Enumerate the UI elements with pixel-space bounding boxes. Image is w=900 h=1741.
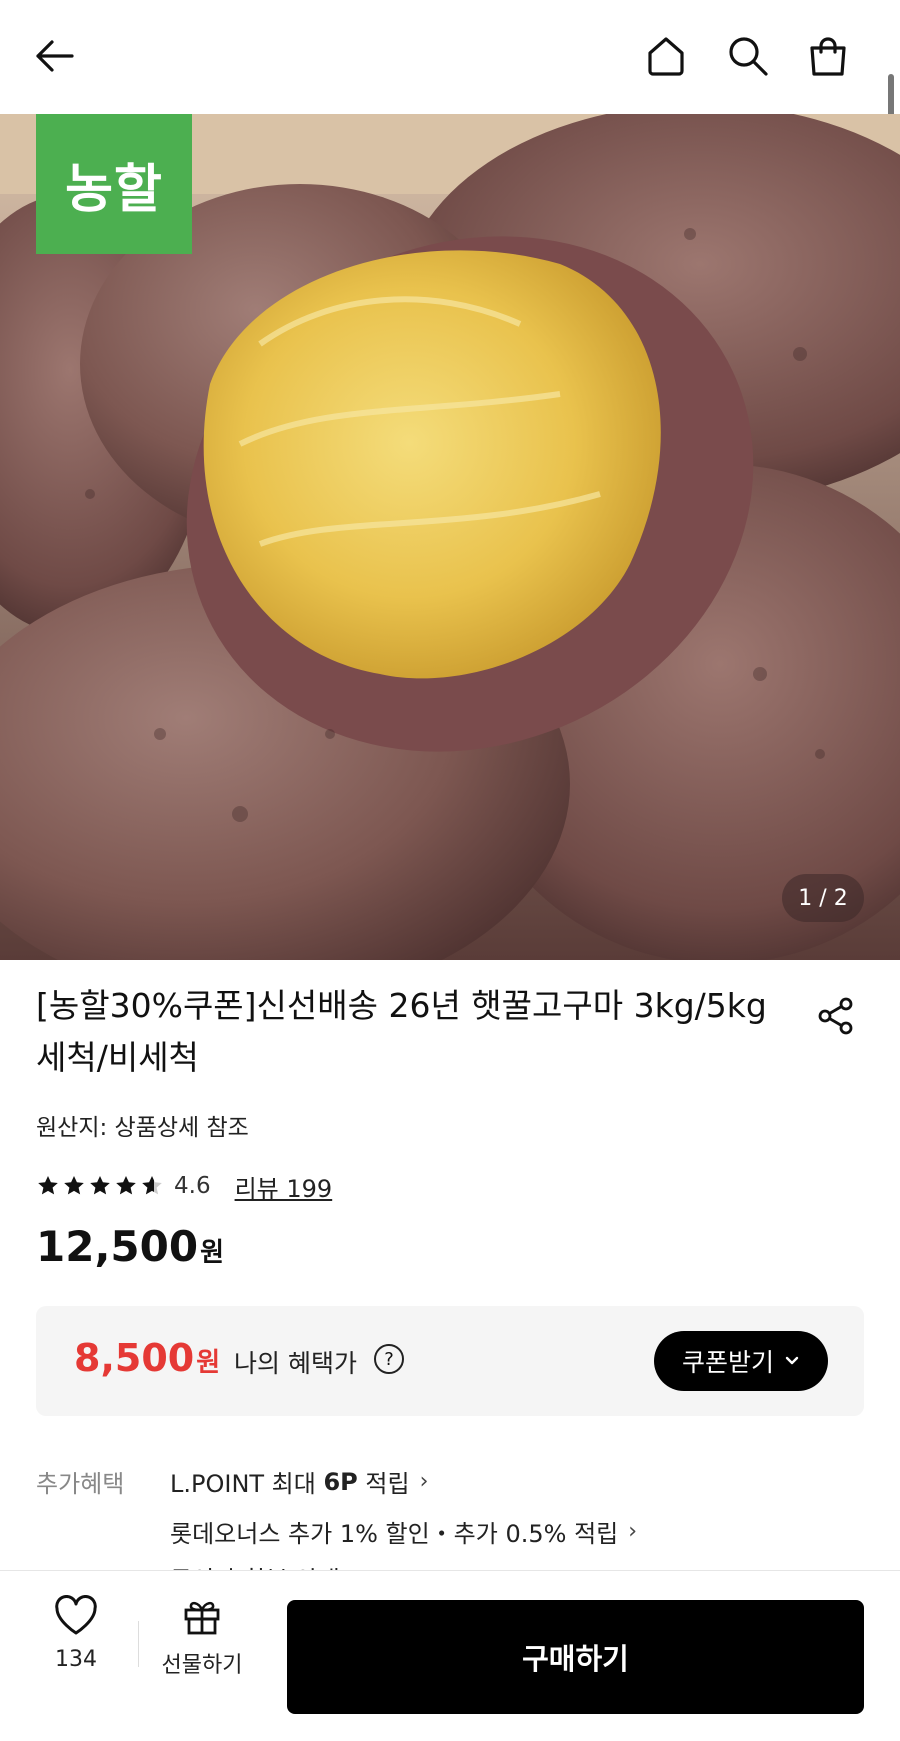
- half-star-icon: [142, 1176, 162, 1195]
- gift-label: 선물하기: [161, 1653, 243, 1678]
- question-circle-icon[interactable]: ?: [374, 1344, 404, 1374]
- like-button[interactable]: 134: [40, 1594, 112, 1672]
- benefit-price-box: 8,500 원 나의 혜택가 ? 쿠폰받기: [36, 1306, 864, 1416]
- benefit-price-value: 8,500: [74, 1336, 195, 1380]
- image-page-indicator: 1 / 2: [782, 874, 864, 922]
- shopping-bag-icon[interactable]: [800, 28, 856, 84]
- chevron-right-icon: ›: [628, 1519, 638, 1544]
- original-price: 12,500 원: [36, 1222, 224, 1271]
- product-image-carousel[interactable]: 농할 1 / 2: [0, 114, 900, 960]
- lpoint-suffix: 적립: [357, 1470, 410, 1498]
- star-icon: [38, 1176, 58, 1195]
- brand-logo-text: 농할: [65, 159, 163, 220]
- lotte-onnus-benefit-link[interactable]: 롯데오너스 추가 1% 할인・추가 0.5% 적립 ›: [170, 1514, 637, 1549]
- price-value: 12,500: [36, 1222, 199, 1271]
- lpoint-prefix: L.POINT 최대: [170, 1470, 324, 1498]
- benefit-price: 8,500 원: [74, 1336, 220, 1380]
- lpoint-amount: 6P: [323, 1467, 358, 1496]
- buy-button[interactable]: 구매하기: [287, 1600, 864, 1714]
- extra-benefits-label: 추가혜택: [36, 1470, 125, 1498]
- rating-value: 4.6: [174, 1173, 211, 1199]
- star-icon: [90, 1176, 110, 1195]
- divider: [138, 1621, 139, 1667]
- lotte-onnus-text: 롯데오너스 추가 1% 할인・추가 0.5% 적립: [170, 1520, 619, 1548]
- price-unit: 원: [200, 1238, 224, 1268]
- product-title: [농할30%쿠폰]신선배송 26년 햇꿀고구마 3kg/5kg 세척/비세척: [36, 986, 767, 1077]
- star-icon: [116, 1176, 136, 1195]
- rating-row: 4.6 리뷰 199: [36, 1168, 332, 1204]
- review-count-link[interactable]: 리뷰 199: [235, 1169, 333, 1204]
- search-icon[interactable]: [720, 28, 776, 84]
- origin-info: 원산지: 상품상세 참조: [36, 1115, 249, 1141]
- bottom-action-bar: 134 선물하기 구매하기: [0, 1570, 900, 1741]
- home-icon[interactable]: [638, 28, 694, 84]
- lpoint-benefit-link[interactable]: L.POINT 최대 6P 적립 ›: [170, 1464, 428, 1499]
- chevron-right-icon: ›: [419, 1469, 429, 1494]
- get-coupon-button[interactable]: 쿠폰받기: [654, 1331, 828, 1391]
- like-count: 134: [55, 1647, 97, 1672]
- star-icon: [64, 1176, 84, 1195]
- gift-button[interactable]: 선물하기: [154, 1595, 250, 1679]
- chevron-down-icon: [784, 1349, 800, 1373]
- benefit-price-unit: 원: [196, 1348, 221, 1378]
- benefit-label: 나의 혜택가: [234, 1349, 357, 1378]
- get-coupon-label: 쿠폰받기: [681, 1348, 774, 1377]
- brand-logo: 농할: [36, 114, 192, 254]
- share-icon[interactable]: [810, 990, 862, 1042]
- gift-icon: [181, 1595, 223, 1641]
- heart-icon: [53, 1594, 99, 1641]
- rating-stars: [36, 1174, 164, 1198]
- top-navigation-bar: [0, 0, 900, 114]
- arrow-left-icon[interactable]: [26, 28, 82, 84]
